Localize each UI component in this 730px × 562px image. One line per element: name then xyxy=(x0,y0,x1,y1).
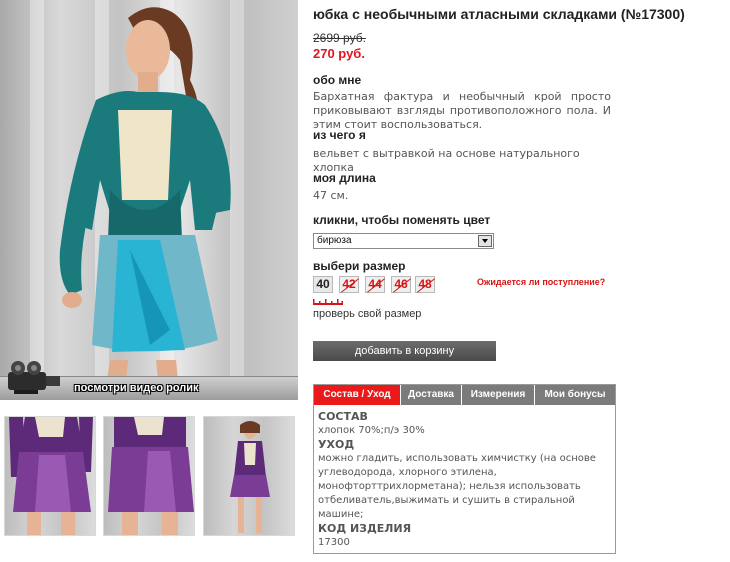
size-option-46: 46 xyxy=(391,276,411,293)
composition-heading: СОСТАВ xyxy=(318,410,368,423)
about-text: Бархатная фактура и необычный крой прост… xyxy=(313,90,611,131)
product-code-heading: КОД ИЗДЕЛИЯ xyxy=(318,522,412,535)
thumbnail-skirt-detail[interactable] xyxy=(103,416,195,536)
video-camera-icon[interactable] xyxy=(4,356,68,396)
size-option-40[interactable]: 40 xyxy=(313,276,333,293)
tab-content: СОСТАВ хлопок 70%;п/э 30% УХОД можно гла… xyxy=(318,410,608,550)
about-heading: обо мне xyxy=(313,73,362,87)
tab-measurements[interactable]: Измерения xyxy=(462,385,535,405)
product-title: юбка с необычными атласными складками (№… xyxy=(313,6,685,22)
color-heading: кликни, чтобы поменять цвет xyxy=(313,213,491,227)
length-heading: моя длина xyxy=(313,171,376,185)
material-heading: из чего я xyxy=(313,128,366,142)
care-text: можно гладить, использовать химчистку (н… xyxy=(318,453,596,520)
availability-link[interactable]: Ожидается ли поступление? xyxy=(477,277,605,287)
thumbnail-full-look[interactable] xyxy=(203,416,295,536)
length-text: 47 см. xyxy=(313,189,349,202)
old-price: 2699 руб. xyxy=(313,31,366,45)
color-select[interactable]: бирюза xyxy=(313,233,494,249)
thumbnail-skirt-detail-image xyxy=(108,417,194,535)
thumbnail-full-look-image xyxy=(230,421,270,533)
tab-delivery[interactable]: Доставка xyxy=(401,385,462,405)
tab-composition-care[interactable]: Состав / Уход xyxy=(314,385,401,405)
tab-bonuses[interactable]: Мои бонусы xyxy=(535,385,615,405)
ruler-icon[interactable] xyxy=(313,298,343,306)
size-option-44: 44 xyxy=(365,276,385,293)
size-option-48: 48 xyxy=(415,276,435,293)
size-heading: выбери размер xyxy=(313,259,406,273)
chevron-down-icon[interactable] xyxy=(478,235,492,247)
info-tabs: Состав / Уход Доставка Измерения Мои бон… xyxy=(313,384,616,554)
care-heading: УХОД xyxy=(318,438,355,451)
color-select-value: бирюза xyxy=(317,235,352,246)
model-illustration xyxy=(59,7,231,400)
tab-bar: Состав / Уход Доставка Измерения Мои бон… xyxy=(314,385,615,405)
new-price: 270 руб. xyxy=(313,46,365,61)
product-code: 17300 xyxy=(318,537,350,548)
add-to-cart-button[interactable]: добавить в корзину xyxy=(313,341,496,361)
thumbnail-front[interactable] xyxy=(4,416,96,536)
thumbnail-front-image xyxy=(9,417,93,535)
check-size-link[interactable]: проверь свой размер xyxy=(313,308,421,320)
video-label[interactable]: посмотри видео ролик xyxy=(74,382,199,394)
main-product-photo[interactable]: посмотри видео ролик xyxy=(0,0,298,400)
size-option-42: 42 xyxy=(339,276,359,293)
composition-text: хлопок 70%;п/э 30% xyxy=(318,425,425,436)
